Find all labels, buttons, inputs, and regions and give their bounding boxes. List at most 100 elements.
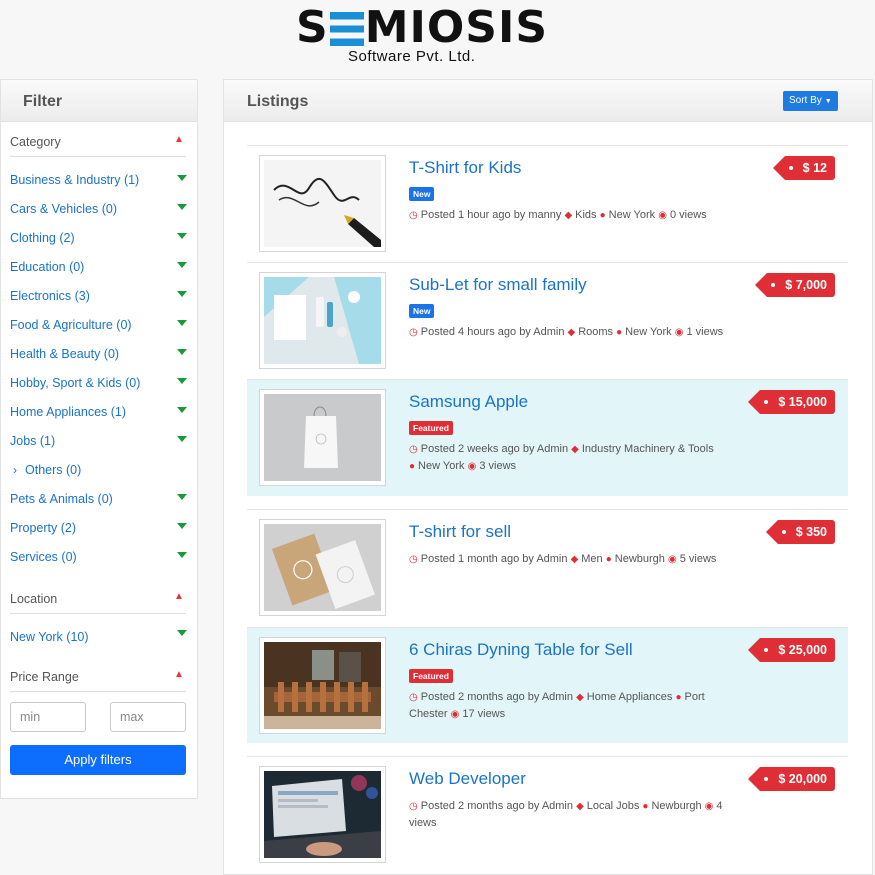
expand-triangle-icon[interactable] [177,523,187,529]
map-pin-icon: ● [675,692,682,703]
eye-icon: ◉ [674,327,684,338]
views-count: 17 views [462,708,506,720]
divider [10,691,186,692]
stationery-photo [264,277,381,364]
category-cars-vehicles[interactable]: Cars & Vehicles (0) [10,202,117,216]
listing-title[interactable]: Sub-Let for small family [409,275,587,295]
category-electronics[interactable]: Electronics (3) [10,289,90,303]
category-link[interactable]: Kids [575,209,596,221]
expand-triangle-icon[interactable] [177,407,187,413]
price-max-input[interactable]: max [110,702,186,732]
listing-title[interactable]: 6 Chiras Dyning Table for Sell [409,640,633,660]
expand-triangle-icon[interactable] [177,494,187,500]
category-link[interactable]: Rooms [578,326,613,338]
expand-triangle-icon[interactable] [177,320,187,326]
expand-triangle-icon[interactable] [177,291,187,297]
category-link[interactable]: Local Jobs [587,800,640,812]
location-new-york[interactable]: New York (10) [10,630,89,644]
listing-card[interactable]: T-shirt for sell ◷ Posted 1 month ago by … [247,509,848,627]
map-pin-icon: ● [605,554,612,565]
category-health-beauty[interactable]: Health & Beauty (0) [10,347,119,361]
listing-thumbnail[interactable] [259,272,386,369]
listing-card[interactable]: Sub-Let for small family New ◷ Posted 4 h… [247,262,848,379]
listing-card[interactable]: Web Developer ◷ Posted 2 months ago by Ad… [247,756,848,875]
price-collapse-icon[interactable]: ▲ [174,669,184,680]
expand-triangle-icon[interactable] [177,630,187,636]
listing-card-featured[interactable]: 6 Chiras Dyning Table for Sell Featured … [247,627,848,743]
views-count: 5 views [679,553,717,565]
clock-icon: ◷ [409,801,418,812]
category-heading[interactable]: Category [10,135,61,149]
category-hobby-sport-kids[interactable]: Hobby, Sport & Kids (0) [10,376,140,390]
listing-thumbnail[interactable] [259,766,386,863]
listing-thumbnail[interactable] [259,389,386,486]
divider [10,613,186,614]
tag-icon: ◆ [564,210,573,221]
expand-triangle-icon[interactable] [177,378,187,384]
category-business-industry[interactable]: Business & Industry (1) [10,173,139,187]
price-range-heading[interactable]: Price Range [10,670,79,684]
category-pets-animals[interactable]: Pets & Animals (0) [10,492,113,506]
category-education[interactable]: Education (0) [10,260,84,274]
category-home-appliances[interactable]: Home Appliances (1) [10,405,126,419]
shopping-bag-photo [264,394,381,481]
listing-thumbnail[interactable] [259,637,386,734]
apply-filters-button[interactable]: Apply filters [10,745,186,775]
expand-triangle-icon[interactable] [177,552,187,558]
listing-thumbnail[interactable] [259,155,386,252]
posted-text: Posted 1 hour ago by manny [420,209,562,221]
dining-table-photo [264,642,381,729]
location-link[interactable]: New York [625,326,671,338]
listing-card[interactable]: T-Shirt for Kids New ◷ Posted 1 hour ago … [247,145,848,263]
location-collapse-icon[interactable]: ▲ [174,591,184,602]
listing-title[interactable]: Web Developer [409,769,526,789]
site-logo[interactable]: S MIOSIS Software Pvt. Ltd. [0,0,875,78]
eye-icon: ◉ [450,709,460,720]
logo-e-glyph [329,12,364,46]
location-link[interactable]: Newburgh [615,553,665,565]
price-tag: $ 25,000 [748,638,835,662]
map-pin-icon: ● [616,327,623,338]
category-collapse-icon[interactable]: ▲ [174,134,184,145]
logo-wordmark: S MIOSIS [296,2,549,53]
expand-triangle-icon[interactable] [177,436,187,442]
category-property[interactable]: Property (2) [10,521,76,535]
category-link[interactable]: Men [581,553,602,565]
listing-card-featured[interactable]: Samsung Apple Featured ◷ Posted 2 weeks a… [247,379,848,496]
expand-triangle-icon[interactable] [177,233,187,239]
listing-meta: ◷ Posted 1 hour ago by manny ◆ Kids ● New Y… [409,207,739,224]
location-link[interactable]: Newburgh [651,800,701,812]
listing-meta: ◷ Posted 4 hours ago by Admin ◆ Rooms ● New… [409,324,739,341]
price-min-input[interactable]: min [10,702,86,732]
category-services[interactable]: Services (0) [10,550,77,564]
listing-meta: ◷ Posted 2 weeks ago by Admin ◆ Industry M… [409,441,739,475]
expand-triangle-icon[interactable] [177,175,187,181]
pen-photo [264,160,381,247]
expand-triangle-icon[interactable] [177,262,187,268]
listing-title[interactable]: T-Shirt for Kids [409,158,521,178]
category-link[interactable]: Home Appliances [587,691,673,703]
eye-icon: ◉ [704,801,714,812]
tag-icon: ◆ [567,327,576,338]
expand-triangle-icon[interactable] [177,349,187,355]
sort-by-button[interactable]: Sort By ▼ [783,91,838,111]
location-link[interactable]: New York [418,460,464,472]
category-jobs[interactable]: Jobs (1) [10,434,55,448]
map-pin-icon: ● [409,461,416,472]
listing-thumbnail[interactable] [259,519,386,616]
expand-triangle-icon[interactable] [177,204,187,210]
eye-icon: ◉ [667,554,677,565]
business-cards-photo [264,524,381,611]
listing-title[interactable]: T-shirt for sell [409,522,511,542]
eye-icon: ◉ [467,461,477,472]
location-heading[interactable]: Location [10,592,57,606]
category-others[interactable]: › Others (0) [10,463,81,477]
category-food-agriculture[interactable]: Food & Agriculture (0) [10,318,132,332]
listing-meta: ◷ Posted 2 months ago by Admin ◆ Home Appl… [409,689,739,723]
posted-text: Posted 2 weeks ago by Admin [420,443,569,455]
category-link[interactable]: Industry Machinery & Tools [582,443,714,455]
location-link[interactable]: New York [609,209,655,221]
listing-title[interactable]: Samsung Apple [409,392,528,412]
map-pin-icon: ● [599,210,606,221]
category-clothing[interactable]: Clothing (2) [10,231,75,245]
